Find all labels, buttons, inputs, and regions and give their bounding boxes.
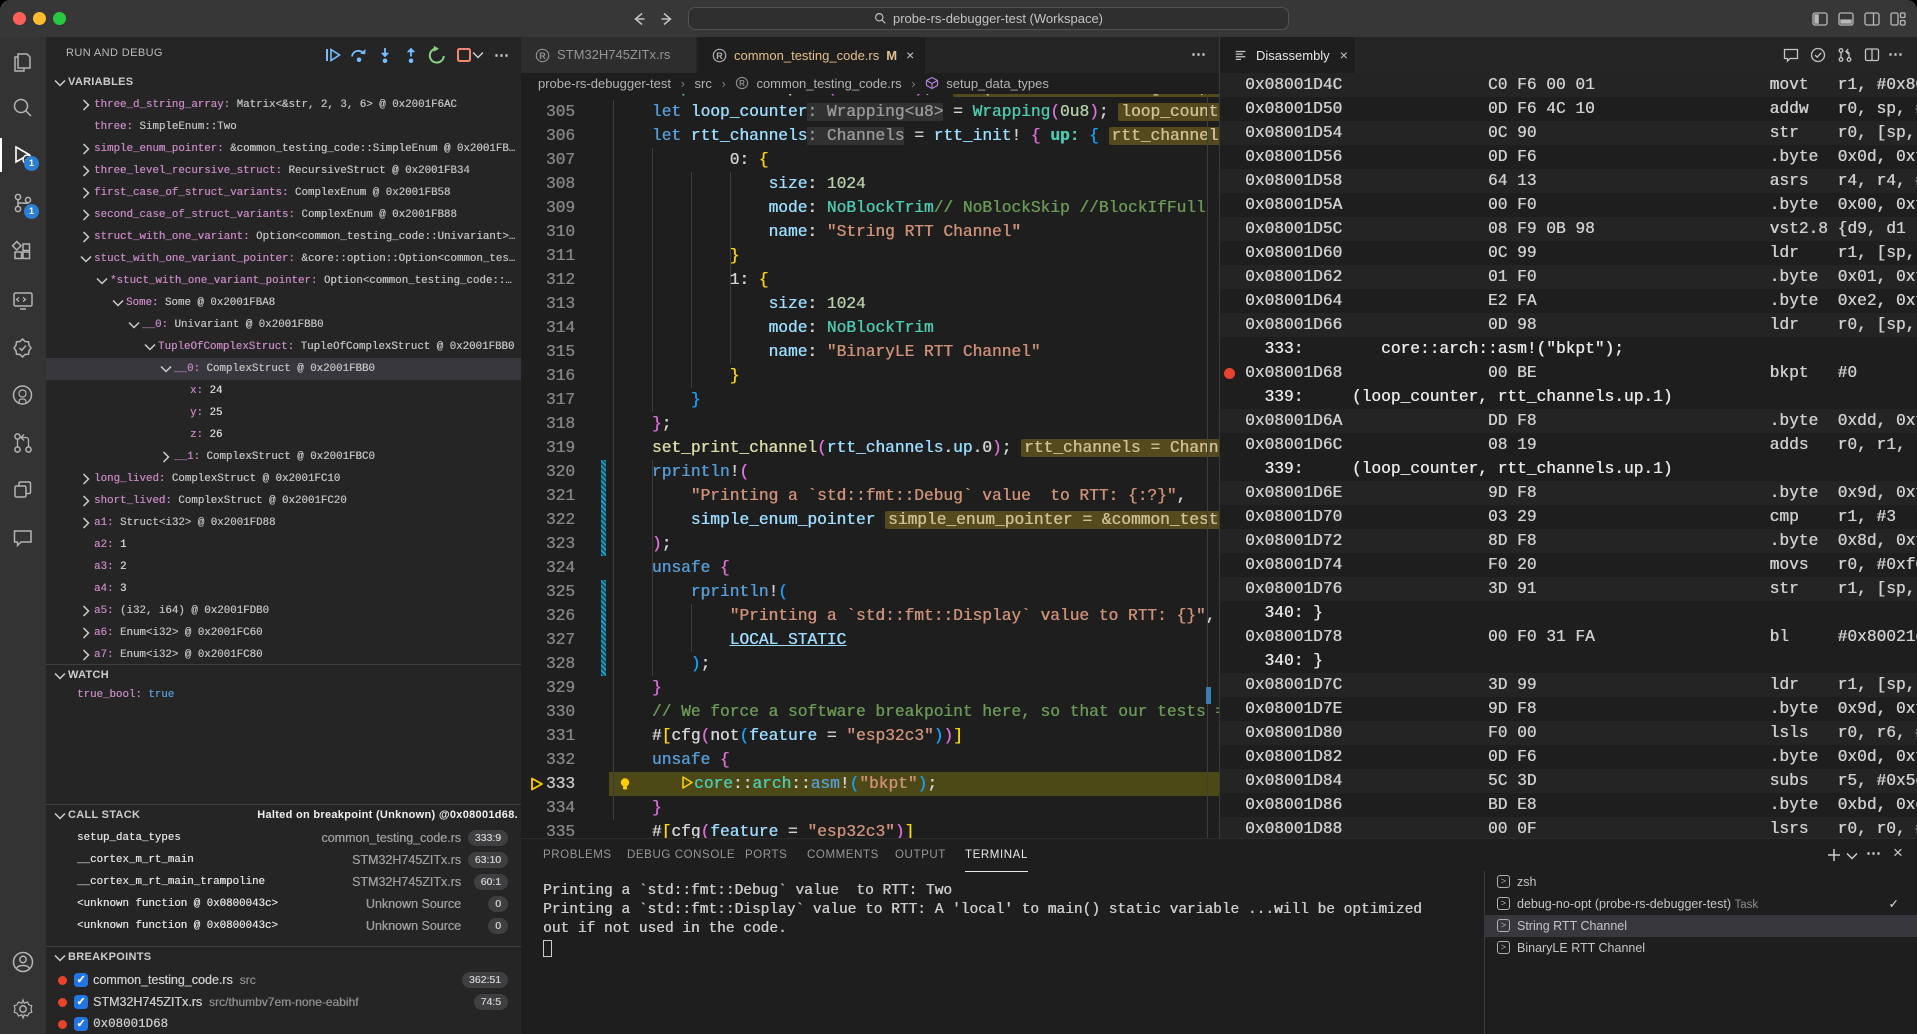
svg-text:R: R xyxy=(740,79,746,88)
svg-text:R: R xyxy=(716,51,723,61)
svg-text:R: R xyxy=(539,51,546,61)
